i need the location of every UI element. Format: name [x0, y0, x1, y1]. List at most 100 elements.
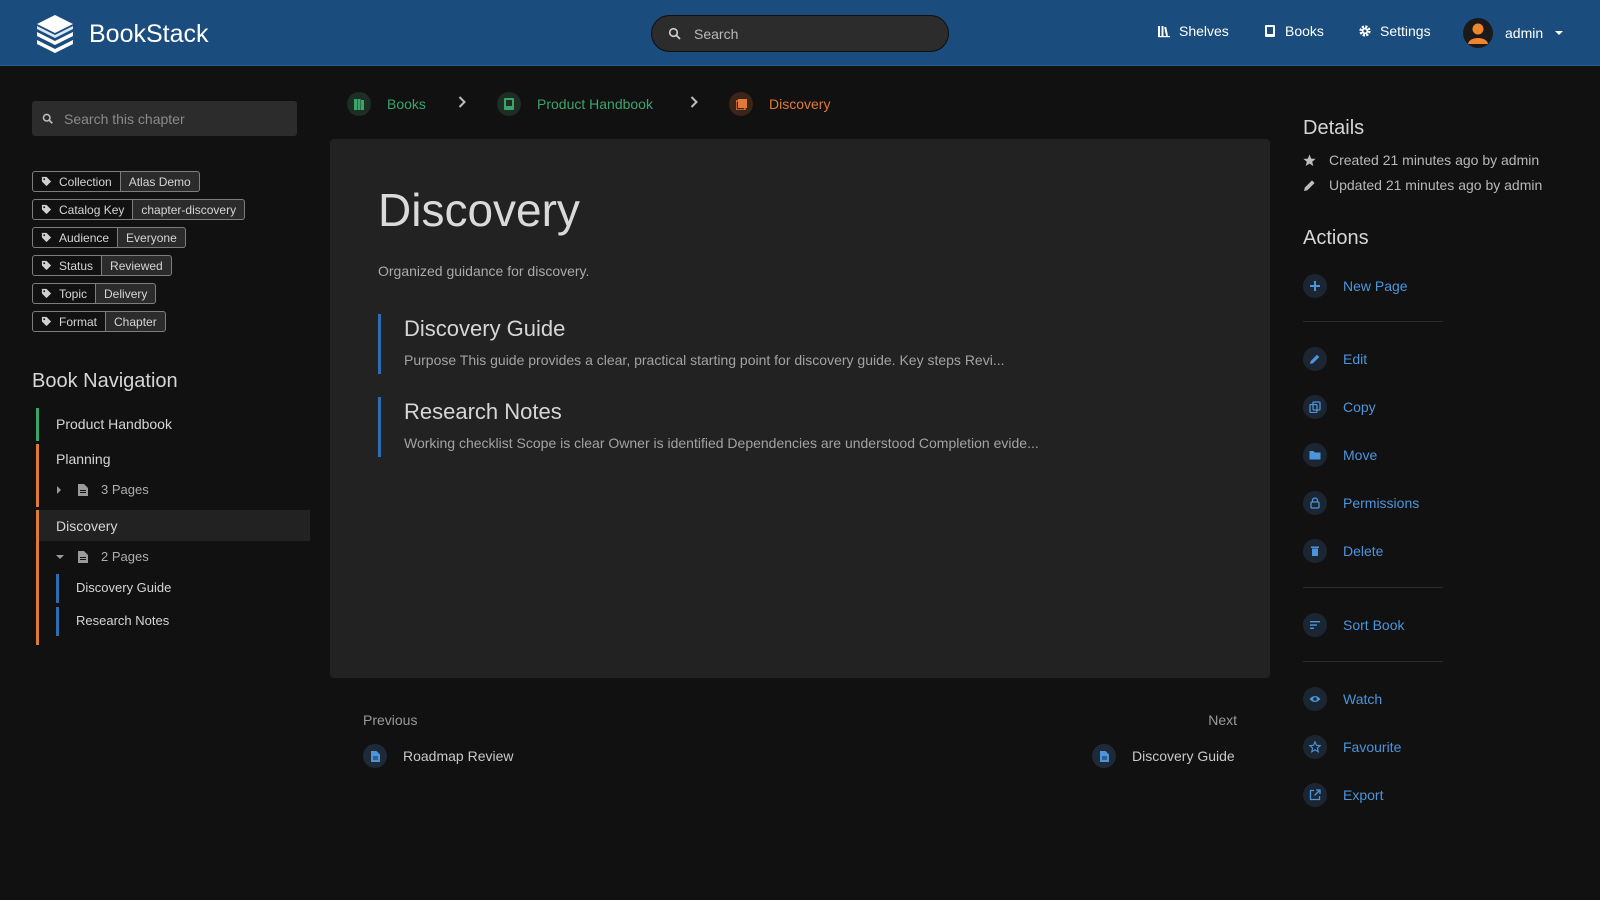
chapter-description: Organized guidance for discovery. — [378, 263, 590, 279]
tag-name[interactable]: Collection — [32, 171, 121, 192]
eye-icon — [1309, 696, 1321, 702]
new-page-label: New Page — [1343, 278, 1408, 294]
search-icon — [42, 113, 53, 124]
global-search-input[interactable]: Search — [651, 15, 949, 52]
permissions-label: Permissions — [1343, 495, 1420, 511]
tag-icon — [41, 204, 52, 215]
created-meta: Created 21 minutes ago by admin — [1303, 152, 1539, 168]
plus-icon — [1310, 281, 1320, 291]
nav-chapter-planning[interactable]: Planning — [56, 451, 111, 467]
breadcrumb-books[interactable]: Books — [347, 92, 426, 116]
chevron-right-icon — [690, 96, 698, 108]
user-menu[interactable]: admin — [1463, 18, 1564, 48]
bookstack-logo-icon — [37, 15, 73, 53]
tag-icon — [41, 316, 52, 327]
tag-name-label: Audience — [59, 230, 110, 245]
avatar — [1463, 18, 1493, 48]
tag[interactable]: Format Chapter — [32, 311, 245, 332]
edit-icon — [1310, 354, 1320, 364]
tag-name[interactable]: Catalog Key — [32, 199, 134, 220]
copy-button[interactable]: Copy — [1303, 395, 1376, 419]
discovery-pages-toggle[interactable]: 2 Pages — [56, 549, 149, 564]
tag-value[interactable]: Everyone — [118, 227, 186, 248]
page-title[interactable]: Research Notes — [404, 399, 1238, 425]
planning-pages-toggle[interactable]: 3 Pages — [56, 482, 149, 497]
previous-page-title: Roadmap Review — [403, 748, 514, 764]
search-icon — [668, 27, 681, 40]
move-label: Move — [1343, 447, 1378, 463]
tag-name-label: Catalog Key — [59, 202, 125, 217]
tag-value[interactable]: chapter-discovery — [133, 199, 246, 220]
user-name: admin — [1505, 25, 1544, 41]
move-button[interactable]: Move — [1303, 443, 1377, 467]
next-label: Next — [1208, 712, 1237, 728]
tag-name[interactable]: Status — [32, 255, 103, 276]
nav-page-research-notes[interactable]: Research Notes — [76, 613, 169, 628]
page-icon-circle — [363, 744, 387, 768]
previous-page-link[interactable]: Roadmap Review — [363, 744, 514, 768]
star-outline-icon — [1309, 741, 1321, 753]
tag[interactable]: Status Reviewed — [32, 255, 245, 276]
nav-books[interactable]: Books — [1263, 23, 1324, 39]
page-indicator-bar — [56, 574, 59, 603]
page-excerpt: Working checklist Scope is clear Owner i… — [404, 435, 1039, 451]
settings-icon — [1359, 25, 1371, 37]
nav-settings[interactable]: Settings — [1358, 23, 1431, 39]
delete-button[interactable]: Delete — [1303, 539, 1383, 563]
tag[interactable]: Audience Everyone — [32, 227, 245, 248]
nav-shelves[interactable]: Shelves — [1157, 23, 1229, 39]
next-page-link[interactable]: Discovery Guide — [1092, 744, 1235, 768]
books-icon — [354, 98, 364, 110]
page-icon — [78, 483, 88, 496]
tag-value[interactable]: Reviewed — [102, 255, 172, 276]
chapter-search-placeholder: Search this chapter — [64, 110, 185, 127]
favourite-button[interactable]: Favourite — [1303, 735, 1401, 759]
user-avatar-icon — [1468, 23, 1488, 44]
chevron-right-icon — [458, 96, 466, 108]
chapter-search-input[interactable]: Search this chapter — [32, 101, 297, 136]
copy-icon-circle — [1303, 395, 1327, 419]
watch-button[interactable]: Watch — [1303, 687, 1382, 711]
edit-icon-circle — [1303, 347, 1327, 371]
sort-book-button[interactable]: Sort Book — [1303, 613, 1404, 637]
discovery-pages-count: 2 Pages — [101, 549, 149, 564]
page-list-item[interactable]: Discovery Guide Purpose This guide provi… — [378, 314, 1238, 374]
tag-name[interactable]: Audience — [32, 227, 119, 248]
nav-chapter-discovery[interactable]: Discovery — [56, 518, 117, 534]
page-icon — [78, 550, 88, 563]
book-indicator-bar — [36, 408, 39, 441]
pencil-icon — [1304, 179, 1315, 191]
nav-book-item[interactable]: Product Handbook — [56, 416, 172, 432]
updated-meta: Updated 21 minutes ago by admin — [1303, 177, 1542, 193]
page-title[interactable]: Discovery Guide — [404, 316, 1238, 342]
tag-value[interactable]: Atlas Demo — [120, 171, 200, 192]
tag[interactable]: Topic Delivery — [32, 283, 245, 304]
nav-page-discovery-guide[interactable]: Discovery Guide — [76, 580, 171, 595]
actions-divider — [1303, 587, 1443, 588]
chevron-down-icon — [1555, 31, 1564, 35]
breadcrumb-books-label: Books — [387, 96, 426, 112]
tag[interactable]: Catalog Key chapter-discovery — [32, 199, 246, 220]
actions-divider — [1303, 321, 1443, 322]
export-icon-circle — [1303, 783, 1327, 807]
export-button[interactable]: Export — [1303, 783, 1383, 807]
page-list-item[interactable]: Research Notes Working checklist Scope i… — [378, 397, 1238, 457]
books-icon — [1265, 25, 1275, 37]
breadcrumb-book[interactable]: Product Handbook — [497, 92, 653, 116]
export-label: Export — [1343, 787, 1384, 803]
edit-button[interactable]: Edit — [1303, 347, 1367, 371]
book-icon — [504, 98, 514, 110]
star-icon — [1303, 154, 1316, 166]
breadcrumb-chapter[interactable]: Discovery — [729, 92, 830, 116]
book-crumb-circle — [497, 92, 521, 116]
lock-icon-circle — [1303, 491, 1327, 515]
permissions-button[interactable]: Permissions — [1303, 491, 1419, 515]
tag-name[interactable]: Topic — [32, 283, 97, 304]
tag[interactable]: Collection Atlas Demo — [32, 171, 245, 192]
tag-name[interactable]: Format — [32, 311, 107, 332]
app-logo[interactable]: BookStack — [33, 14, 209, 54]
tag-value[interactable]: Delivery — [96, 283, 157, 304]
chapter-indicator-bar — [36, 510, 39, 645]
tag-value[interactable]: Chapter — [106, 311, 166, 332]
new-page-button[interactable]: New Page — [1303, 274, 1408, 298]
